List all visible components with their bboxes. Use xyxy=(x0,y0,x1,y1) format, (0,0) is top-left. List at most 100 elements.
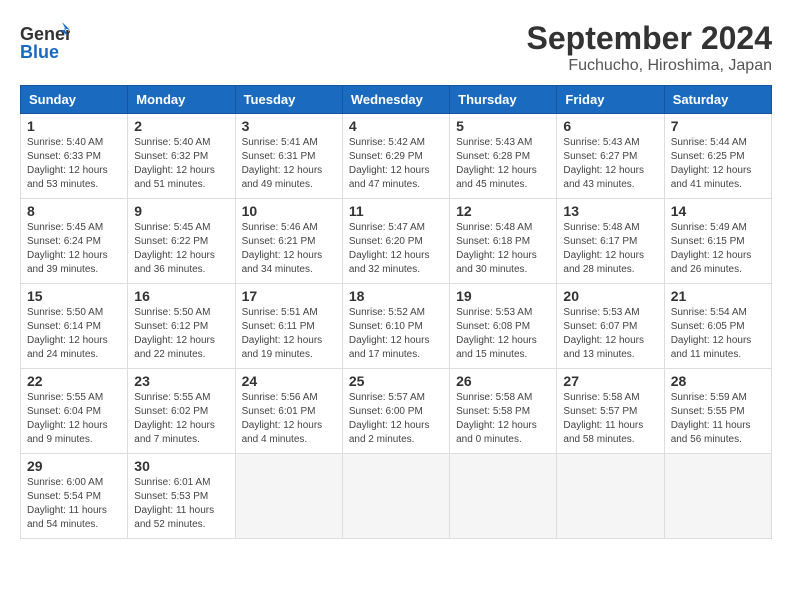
day-number: 6 xyxy=(563,118,657,134)
table-row: 8 Sunrise: 5:45 AM Sunset: 6:24 PM Daylig… xyxy=(21,199,128,284)
table-row: 13 Sunrise: 5:48 AM Sunset: 6:17 PM Dayli… xyxy=(557,199,664,284)
logo: General Blue xyxy=(20,20,70,62)
day-info: Sunrise: 5:40 AM Sunset: 6:32 PM Dayligh… xyxy=(134,136,228,192)
day-info: Sunrise: 5:57 AM Sunset: 6:00 PM Dayligh… xyxy=(349,391,443,447)
day-info: Sunrise: 5:48 AM Sunset: 6:18 PM Dayligh… xyxy=(456,221,550,277)
day-info: Sunrise: 6:01 AM Sunset: 5:53 PM Dayligh… xyxy=(134,476,228,532)
col-monday: Monday xyxy=(128,86,235,114)
day-info: Sunrise: 5:47 AM Sunset: 6:20 PM Dayligh… xyxy=(349,221,443,277)
day-number: 1 xyxy=(27,118,121,134)
day-info: Sunrise: 5:50 AM Sunset: 6:12 PM Dayligh… xyxy=(134,306,228,362)
day-info: Sunrise: 5:58 AM Sunset: 5:57 PM Dayligh… xyxy=(563,391,657,447)
day-number: 3 xyxy=(242,118,336,134)
day-number: 11 xyxy=(349,203,443,219)
table-row: 6 Sunrise: 5:43 AM Sunset: 6:27 PM Daylig… xyxy=(557,114,664,199)
day-number: 10 xyxy=(242,203,336,219)
day-number: 22 xyxy=(27,373,121,389)
table-row: 24 Sunrise: 5:56 AM Sunset: 6:01 PM Dayli… xyxy=(235,369,342,454)
table-row: 1Sunrise: 5:40 AM Sunset: 6:33 PM Daylig… xyxy=(21,114,128,199)
table-row xyxy=(450,454,557,539)
table-row: 7Sunrise: 5:44 AM Sunset: 6:25 PM Daylig… xyxy=(664,114,771,199)
calendar-header-row: Sunday Monday Tuesday Wednesday Thursday… xyxy=(21,86,772,114)
day-number: 27 xyxy=(563,373,657,389)
col-tuesday: Tuesday xyxy=(235,86,342,114)
day-info: Sunrise: 5:49 AM Sunset: 6:15 PM Dayligh… xyxy=(671,221,765,277)
table-row: 17Sunrise: 5:51 AM Sunset: 6:11 PM Dayli… xyxy=(235,284,342,369)
day-info: Sunrise: 5:42 AM Sunset: 6:29 PM Dayligh… xyxy=(349,136,443,192)
day-info: Sunrise: 5:43 AM Sunset: 6:28 PM Dayligh… xyxy=(456,136,550,192)
table-row: 26 Sunrise: 5:58 AM Sunset: 5:58 PM Dayli… xyxy=(450,369,557,454)
table-row: 22 Sunrise: 5:55 AM Sunset: 6:04 PM Dayli… xyxy=(21,369,128,454)
table-row xyxy=(664,454,771,539)
day-info: Sunrise: 5:53 AM Sunset: 6:08 PM Dayligh… xyxy=(456,306,550,362)
day-number: 24 xyxy=(242,373,336,389)
table-row xyxy=(342,454,449,539)
col-thursday: Thursday xyxy=(450,86,557,114)
col-wednesday: Wednesday xyxy=(342,86,449,114)
day-number: 26 xyxy=(456,373,550,389)
calendar-week-row: 1Sunrise: 5:40 AM Sunset: 6:33 PM Daylig… xyxy=(21,114,772,199)
day-info: Sunrise: 5:43 AM Sunset: 6:27 PM Dayligh… xyxy=(563,136,657,192)
day-number: 30 xyxy=(134,458,228,474)
day-number: 25 xyxy=(349,373,443,389)
day-number: 12 xyxy=(456,203,550,219)
table-row: 25 Sunrise: 5:57 AM Sunset: 6:00 PM Dayli… xyxy=(342,369,449,454)
day-number: 8 xyxy=(27,203,121,219)
table-row: 4 Sunrise: 5:42 AM Sunset: 6:29 PM Daylig… xyxy=(342,114,449,199)
day-number: 7 xyxy=(671,118,765,134)
day-number: 5 xyxy=(456,118,550,134)
table-row: 20 Sunrise: 5:53 AM Sunset: 6:07 PM Dayli… xyxy=(557,284,664,369)
day-number: 9 xyxy=(134,203,228,219)
table-row: 12 Sunrise: 5:48 AM Sunset: 6:18 PM Dayli… xyxy=(450,199,557,284)
day-info: Sunrise: 5:53 AM Sunset: 6:07 PM Dayligh… xyxy=(563,306,657,362)
day-number: 15 xyxy=(27,288,121,304)
day-info: Sunrise: 5:55 AM Sunset: 6:04 PM Dayligh… xyxy=(27,391,121,447)
svg-text:Blue: Blue xyxy=(20,42,59,62)
day-number: 19 xyxy=(456,288,550,304)
table-row: 28Sunrise: 5:59 AM Sunset: 5:55 PM Dayli… xyxy=(664,369,771,454)
table-row xyxy=(235,454,342,539)
calendar-table: Sunday Monday Tuesday Wednesday Thursday… xyxy=(20,85,772,539)
table-row: 15 Sunrise: 5:50 AM Sunset: 6:14 PM Dayli… xyxy=(21,284,128,369)
day-info: Sunrise: 5:56 AM Sunset: 6:01 PM Dayligh… xyxy=(242,391,336,447)
table-row: 2Sunrise: 5:40 AM Sunset: 6:32 PM Daylig… xyxy=(128,114,235,199)
day-number: 4 xyxy=(349,118,443,134)
col-friday: Friday xyxy=(557,86,664,114)
title-section: September 2024 Fuchucho, Hiroshima, Japa… xyxy=(527,20,772,75)
day-number: 17 xyxy=(242,288,336,304)
calendar-week-row: 8 Sunrise: 5:45 AM Sunset: 6:24 PM Daylig… xyxy=(21,199,772,284)
day-number: 13 xyxy=(563,203,657,219)
page-header: General Blue September 2024 Fuchucho, Hi… xyxy=(20,20,772,75)
day-number: 14 xyxy=(671,203,765,219)
table-row: 14 Sunrise: 5:49 AM Sunset: 6:15 PM Dayli… xyxy=(664,199,771,284)
table-row: 29 Sunrise: 6:00 AM Sunset: 5:54 PM Dayli… xyxy=(21,454,128,539)
day-info: Sunrise: 5:48 AM Sunset: 6:17 PM Dayligh… xyxy=(563,221,657,277)
table-row: 11 Sunrise: 5:47 AM Sunset: 6:20 PM Dayli… xyxy=(342,199,449,284)
col-sunday: Sunday xyxy=(21,86,128,114)
day-number: 28 xyxy=(671,373,765,389)
table-row: 3Sunrise: 5:41 AM Sunset: 6:31 PM Daylig… xyxy=(235,114,342,199)
table-row: 5 Sunrise: 5:43 AM Sunset: 6:28 PM Daylig… xyxy=(450,114,557,199)
table-row: 21 Sunrise: 5:54 AM Sunset: 6:05 PM Dayli… xyxy=(664,284,771,369)
day-info: Sunrise: 5:50 AM Sunset: 6:14 PM Dayligh… xyxy=(27,306,121,362)
day-info: Sunrise: 5:46 AM Sunset: 6:21 PM Dayligh… xyxy=(242,221,336,277)
day-info: Sunrise: 5:54 AM Sunset: 6:05 PM Dayligh… xyxy=(671,306,765,362)
table-row: 10 Sunrise: 5:46 AM Sunset: 6:21 PM Dayli… xyxy=(235,199,342,284)
table-row: 27 Sunrise: 5:58 AM Sunset: 5:57 PM Dayli… xyxy=(557,369,664,454)
svg-text:General: General xyxy=(20,24,70,44)
day-info: Sunrise: 6:00 AM Sunset: 5:54 PM Dayligh… xyxy=(27,476,121,532)
day-info: Sunrise: 5:55 AM Sunset: 6:02 PM Dayligh… xyxy=(134,391,228,447)
location: Fuchucho, Hiroshima, Japan xyxy=(527,57,772,75)
day-number: 20 xyxy=(563,288,657,304)
table-row: 9Sunrise: 5:45 AM Sunset: 6:22 PM Daylig… xyxy=(128,199,235,284)
day-info: Sunrise: 5:45 AM Sunset: 6:24 PM Dayligh… xyxy=(27,221,121,277)
day-number: 29 xyxy=(27,458,121,474)
table-row: 23Sunrise: 5:55 AM Sunset: 6:02 PM Dayli… xyxy=(128,369,235,454)
day-number: 21 xyxy=(671,288,765,304)
table-row: 18Sunrise: 5:52 AM Sunset: 6:10 PM Dayli… xyxy=(342,284,449,369)
day-number: 18 xyxy=(349,288,443,304)
day-info: Sunrise: 5:58 AM Sunset: 5:58 PM Dayligh… xyxy=(456,391,550,447)
col-saturday: Saturday xyxy=(664,86,771,114)
calendar-week-row: 15 Sunrise: 5:50 AM Sunset: 6:14 PM Dayli… xyxy=(21,284,772,369)
logo-icon: General Blue xyxy=(20,20,70,62)
